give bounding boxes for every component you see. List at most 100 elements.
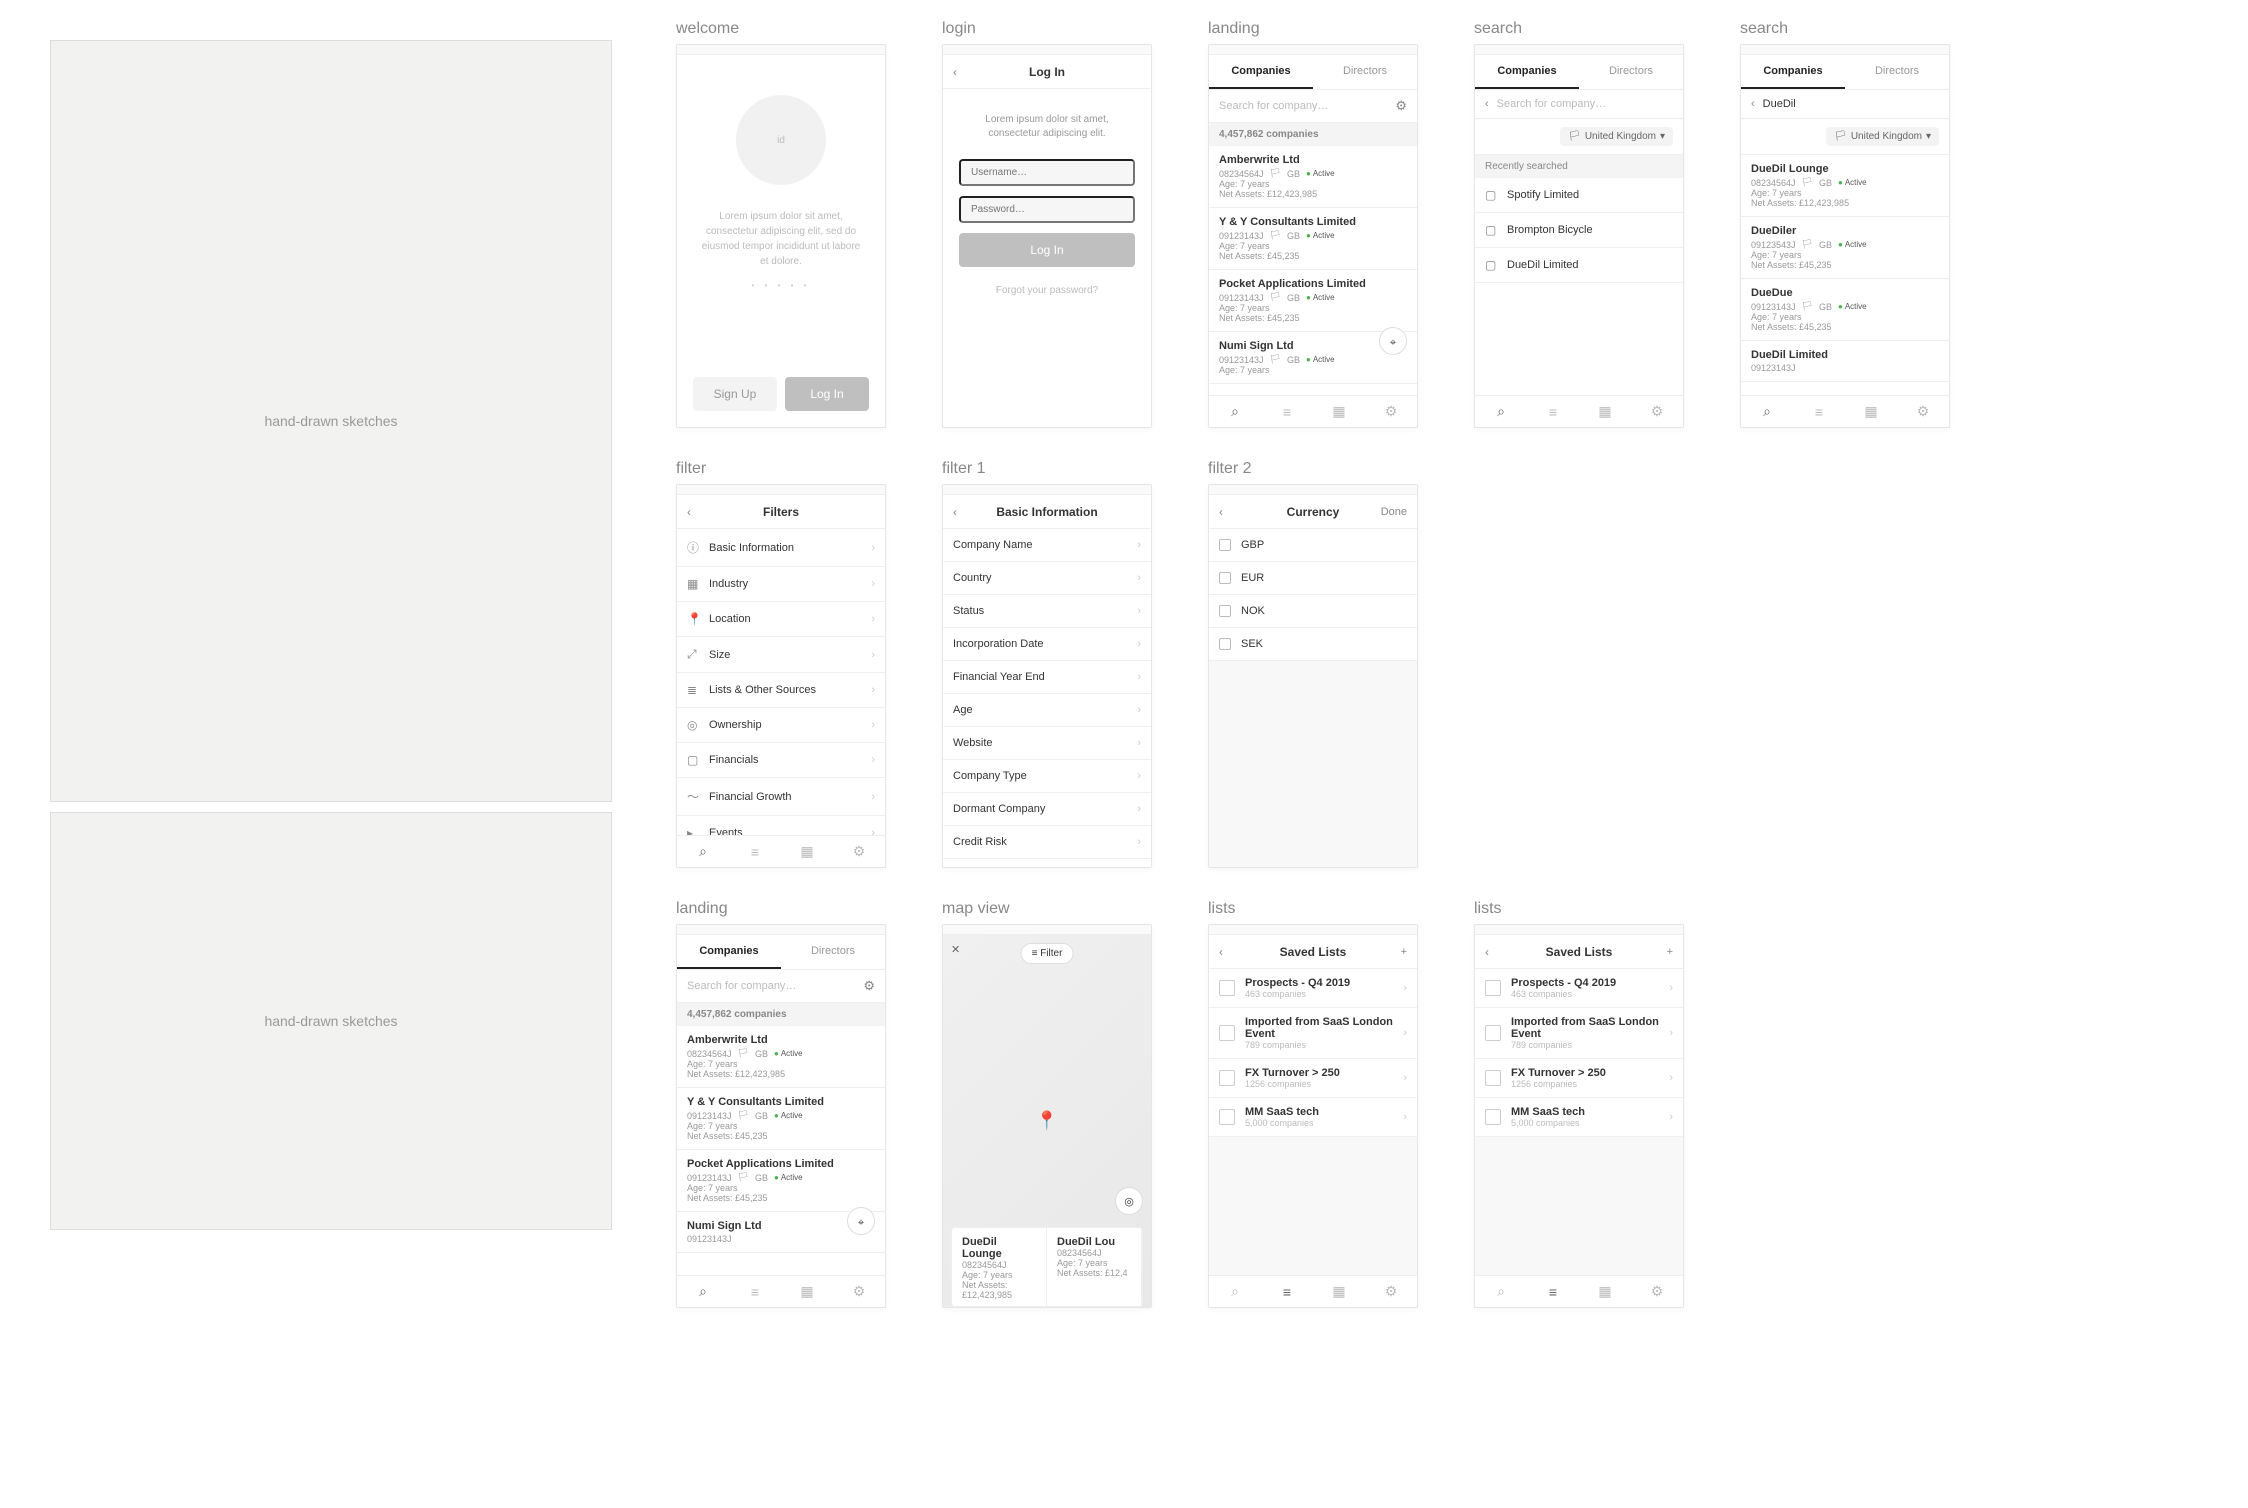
company-row[interactable]: DueDue09123143J🏳GBActiveAge: 7 yearsNet … bbox=[1741, 279, 1949, 341]
back-icon[interactable]: ‹ bbox=[1485, 945, 1489, 959]
map-card[interactable]: DueDil Lou 08234564J Age: 7 years Net As… bbox=[1047, 1228, 1142, 1306]
nav-gear-icon[interactable]: ⚙ bbox=[1897, 403, 1949, 420]
saved-list-row[interactable]: FX Turnover > 2501256 companies› bbox=[1475, 1059, 1683, 1098]
nav-gear-icon[interactable]: ⚙ bbox=[1365, 1283, 1417, 1300]
nav-list-icon[interactable]: ≡ bbox=[1793, 404, 1845, 420]
nav-search-icon[interactable]: ⌕ bbox=[1475, 1283, 1527, 1300]
nav-search-icon[interactable]: ⌕ bbox=[677, 843, 729, 860]
nav-search-icon[interactable]: ⌕ bbox=[1209, 403, 1261, 420]
search-input[interactable] bbox=[1497, 98, 1673, 110]
saved-list-row[interactable]: Imported from SaaS London Event789 compa… bbox=[1475, 1008, 1683, 1059]
nav-list-icon[interactable]: ≡ bbox=[1527, 1284, 1579, 1300]
currency-row[interactable]: EUR bbox=[1209, 562, 1417, 595]
nav-gear-icon[interactable]: ⚙ bbox=[833, 843, 885, 860]
recent-item[interactable]: ▢Spotify Limited bbox=[1475, 178, 1683, 213]
map-card[interactable]: DueDil Lounge 08234564J Age: 7 years Net… bbox=[952, 1228, 1047, 1306]
filter1-row[interactable]: Website› bbox=[943, 727, 1151, 760]
nav-cal-icon[interactable]: ▦ bbox=[1313, 1283, 1365, 1300]
search-input[interactable] bbox=[687, 980, 855, 992]
nav-gear-icon[interactable]: ⚙ bbox=[1631, 403, 1683, 420]
username-input[interactable] bbox=[959, 159, 1135, 186]
tab-companies[interactable]: Companies bbox=[1741, 55, 1845, 89]
location-fab[interactable]: ⌖ bbox=[1379, 327, 1407, 355]
map-area[interactable]: ✕ ≡ Filter 📍 ◎ DueDil Lounge 08234564J A… bbox=[943, 935, 1151, 1307]
nav-gear-icon[interactable]: ⚙ bbox=[1365, 403, 1417, 420]
country-chip[interactable]: 🏳 United Kingdom ▾ bbox=[1826, 127, 1939, 146]
login-button[interactable]: Log In bbox=[785, 377, 869, 411]
nav-list-icon[interactable]: ≡ bbox=[729, 1284, 781, 1300]
forgot-link[interactable]: Forgot your password? bbox=[959, 285, 1135, 296]
nav-cal-icon[interactable]: ▦ bbox=[1579, 1283, 1631, 1300]
filter-row[interactable]: ≣Lists & Other Sources› bbox=[677, 673, 885, 708]
nav-search-icon[interactable]: ⌕ bbox=[1209, 1283, 1261, 1300]
back-icon[interactable]: ‹ bbox=[953, 65, 957, 79]
currency-row[interactable]: GBP bbox=[1209, 529, 1417, 562]
nav-search-icon[interactable]: ⌕ bbox=[677, 1283, 729, 1300]
tab-directors[interactable]: Directors bbox=[1845, 55, 1949, 89]
nav-list-icon[interactable]: ≡ bbox=[1261, 404, 1313, 420]
filter1-row[interactable]: Company Name› bbox=[943, 529, 1151, 562]
add-button[interactable]: + bbox=[1667, 946, 1673, 958]
saved-list-row[interactable]: Prospects - Q4 2019463 companies› bbox=[1209, 969, 1417, 1008]
filter-pill[interactable]: ≡ Filter bbox=[1021, 943, 1074, 964]
nav-gear-icon[interactable]: ⚙ bbox=[833, 1283, 885, 1300]
done-button[interactable]: Done bbox=[1381, 506, 1407, 518]
filter-icon[interactable]: ⚙ bbox=[863, 978, 875, 994]
back-icon[interactable]: ‹ bbox=[687, 505, 691, 519]
filter1-row[interactable]: Financial Year End› bbox=[943, 661, 1151, 694]
close-icon[interactable]: ✕ bbox=[951, 943, 960, 956]
filter1-row[interactable]: Company Type› bbox=[943, 760, 1151, 793]
nav-list-icon[interactable]: ≡ bbox=[1527, 404, 1579, 420]
currency-row[interactable]: SEK bbox=[1209, 628, 1417, 661]
search-input[interactable] bbox=[1219, 100, 1387, 112]
nav-cal-icon[interactable]: ▦ bbox=[781, 843, 833, 860]
filter1-row[interactable]: Credit Risk› bbox=[943, 826, 1151, 859]
tab-companies[interactable]: Companies bbox=[1475, 55, 1579, 89]
checkbox[interactable] bbox=[1219, 638, 1231, 650]
tab-companies[interactable]: Companies bbox=[1209, 55, 1313, 89]
company-row[interactable]: Pocket Applications Limited 09123143J🏳GB… bbox=[1209, 270, 1417, 332]
checkbox[interactable] bbox=[1219, 572, 1231, 584]
filter1-row[interactable]: Dormant Company› bbox=[943, 793, 1151, 826]
login-submit-button[interactable]: Log In bbox=[959, 233, 1135, 267]
company-row[interactable]: DueDiler09123543J🏳GBActiveAge: 7 yearsNe… bbox=[1741, 217, 1949, 279]
filter1-row[interactable]: Country› bbox=[943, 562, 1151, 595]
nav-gear-icon[interactable]: ⚙ bbox=[1631, 1283, 1683, 1300]
nav-search-icon[interactable]: ⌕ bbox=[1475, 403, 1527, 420]
locate-fab[interactable]: ◎ bbox=[1115, 1187, 1143, 1215]
add-button[interactable]: + bbox=[1401, 946, 1407, 958]
back-icon[interactable]: ‹ bbox=[1751, 98, 1755, 110]
location-fab[interactable]: ⌖ bbox=[847, 1207, 875, 1235]
saved-list-row[interactable]: MM SaaS tech5,000 companies› bbox=[1209, 1098, 1417, 1137]
nav-search-icon[interactable]: ⌕ bbox=[1741, 403, 1793, 420]
filter-icon[interactable]: ⚙ bbox=[1395, 98, 1407, 114]
filter-row[interactable]: 📍Location› bbox=[677, 602, 885, 637]
filter-row[interactable]: ▦Industry› bbox=[677, 567, 885, 602]
company-row[interactable]: DueDil Limited09123143J bbox=[1741, 341, 1949, 382]
saved-list-row[interactable]: Imported from SaaS London Event789 compa… bbox=[1209, 1008, 1417, 1059]
search-input[interactable] bbox=[1763, 98, 1939, 110]
password-input[interactable] bbox=[959, 196, 1135, 223]
filter-row[interactable]: ▸Events› bbox=[677, 816, 885, 835]
filter-row[interactable]: ◎Ownership› bbox=[677, 708, 885, 743]
tab-directors[interactable]: Directors bbox=[1579, 55, 1683, 89]
company-row[interactable]: Amberwrite Ltd 08234564J🏳GBActive Age: 7… bbox=[1209, 146, 1417, 208]
currency-row[interactable]: NOK bbox=[1209, 595, 1417, 628]
filter1-row[interactable]: Charges› bbox=[943, 859, 1151, 867]
filter1-row[interactable]: Status› bbox=[943, 595, 1151, 628]
filter1-row[interactable]: Age› bbox=[943, 694, 1151, 727]
back-icon[interactable]: ‹ bbox=[953, 505, 957, 519]
company-row[interactable]: Amberwrite Ltd08234564J🏳GBActiveAge: 7 y… bbox=[677, 1026, 885, 1088]
nav-cal-icon[interactable]: ▦ bbox=[1313, 403, 1365, 420]
nav-cal-icon[interactable]: ▦ bbox=[1845, 403, 1897, 420]
company-row[interactable]: Y & Y Consultants Limited 09123143J🏳GBAc… bbox=[1209, 208, 1417, 270]
nav-cal-icon[interactable]: ▦ bbox=[1579, 403, 1631, 420]
tab-directors[interactable]: Directors bbox=[781, 935, 885, 969]
saved-list-row[interactable]: Prospects - Q4 2019463 companies› bbox=[1475, 969, 1683, 1008]
company-row[interactable]: Pocket Applications Limited09123143J🏳GBA… bbox=[677, 1150, 885, 1212]
signup-button[interactable]: Sign Up bbox=[693, 377, 777, 411]
company-row[interactable]: Y & Y Consultants Limited09123143J🏳GBAct… bbox=[677, 1088, 885, 1150]
saved-list-row[interactable]: MM SaaS tech5,000 companies› bbox=[1475, 1098, 1683, 1137]
saved-list-row[interactable]: FX Turnover > 2501256 companies› bbox=[1209, 1059, 1417, 1098]
filter-row[interactable]: 〜Financial Growth› bbox=[677, 778, 885, 816]
